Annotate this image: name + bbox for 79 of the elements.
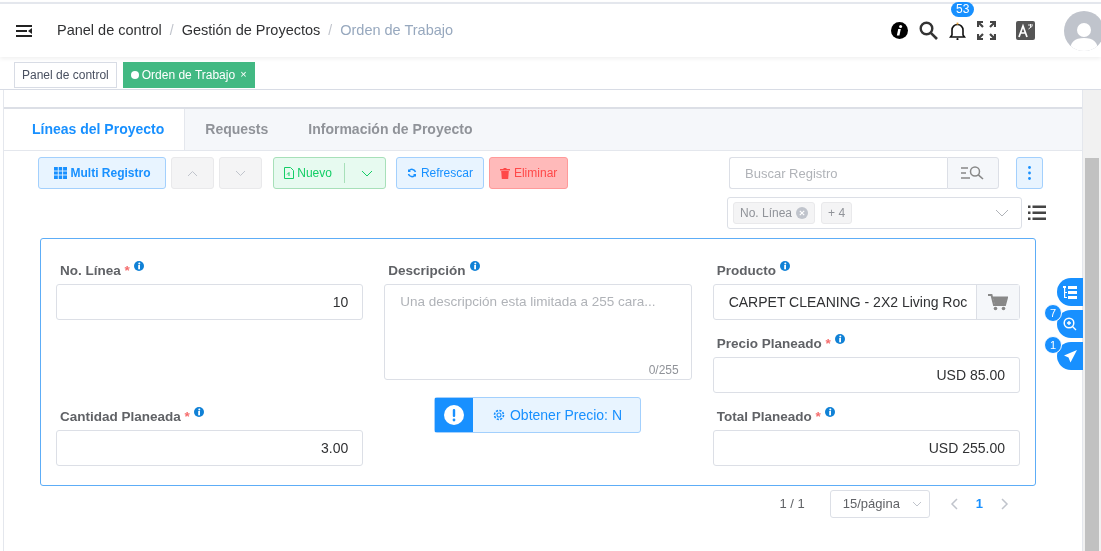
get-price-button[interactable]: Obtener Precio: N [434,397,642,433]
prev-icon[interactable] [949,498,958,510]
input-field[interactable]: 10 [56,284,364,320]
gear-icon [491,408,506,422]
field-label: Total Planeado * [716,408,821,426]
document-icon [284,167,294,179]
breadcrumb-separator: / [169,21,174,40]
breadcrumb-link[interactable]: Gestión de Proyectos [181,19,321,42]
list-button[interactable] [1057,278,1083,306]
translate-icon[interactable] [1016,21,1035,40]
character-counter: 0/255 [648,362,679,379]
refresh-icon [406,168,417,178]
next-icon[interactable] [1001,498,1009,510]
fullscreen-icon[interactable] [977,21,996,40]
info-icon [469,261,480,271]
chevron-up-icon [187,169,198,177]
page-number[interactable]: 1 [975,494,983,514]
description-field[interactable]: Una descripción esta limitada a 255 cara... 0/255 [384,284,692,380]
info-icon [779,261,790,271]
field-label: Precio Planeado * [716,335,831,353]
filter-chip[interactable]: + 4 [821,202,853,224]
column-filter-select[interactable]: No. Línea + 4 [727,197,1022,229]
close-button[interactable]: × [240,66,247,83]
list-icon[interactable] [1028,205,1046,221]
send-icon [1063,349,1077,363]
info-icon [824,407,835,417]
page-tab[interactable]: Panel de control [14,61,117,88]
more-icon [1028,166,1031,180]
chevron-down-icon [995,209,1009,217]
input-field[interactable]: USD 255.00 [712,430,1020,466]
breadcrumb-separator: / [328,21,333,40]
info-icon [193,407,204,417]
info-icon[interactable] [891,22,908,39]
bell-icon[interactable] [949,21,966,40]
chevron-down-icon [235,169,246,177]
filter-chip[interactable]: No. Línea [733,202,816,224]
trash-icon [499,167,510,179]
person-icon [1070,20,1098,51]
multi-record-button[interactable]: Multi Registro [38,157,166,189]
search-icon[interactable] [919,21,938,40]
field-label: Producto [716,262,776,280]
delete-button[interactable]: Eliminar [488,157,569,189]
status-dot [130,70,139,79]
field-label: Descripción [388,262,466,280]
send-button[interactable] [1057,342,1083,370]
field-label: No. Línea * [60,262,130,280]
count-badge: 7 [1044,304,1062,322]
scrollbar[interactable] [1082,90,1101,551]
menu-icon[interactable] [16,23,33,38]
zoom-in-icon [1063,317,1077,331]
more-button[interactable] [1016,157,1043,189]
refresh-button[interactable]: Refrescar [395,157,484,189]
scrollbar-thumb[interactable] [1085,158,1099,551]
page-summary: 1 / 1 [779,495,805,514]
section-tab[interactable]: Información de Proyecto [288,109,493,150]
input-field[interactable]: 3.00 [56,430,364,466]
list-icon [1063,285,1077,299]
input-field[interactable]: USD 85.00 [712,357,1020,393]
notification-badge: 53 [951,1,975,17]
zoom-button[interactable] [1057,310,1083,338]
avatar[interactable] [1064,10,1101,51]
search-icon [960,165,986,181]
chevron-down-icon [911,501,922,507]
search-field[interactable]: Buscar Registro [729,157,947,189]
search-button[interactable] [947,157,999,189]
page-tab[interactable]: Orden de Trabajo × [122,61,255,88]
chevron-down-icon [360,169,373,177]
page-size-select[interactable]: 15/página [829,490,930,518]
info-icon [834,334,845,344]
alert-icon [444,405,465,425]
section-tab[interactable]: Requests [185,109,289,150]
count-badge: 1 [1044,336,1062,354]
grid-icon [53,167,67,179]
info-icon [133,261,144,271]
section-tab[interactable]: Líneas del Proyecto [4,109,186,150]
breadcrumb-link[interactable]: Panel de control [57,19,162,42]
remove-icon[interactable] [796,207,809,219]
placeholder-text: Una descripción esta limitada a 255 cara... [400,294,656,309]
field-label: Cantidad Planeada * [60,408,190,426]
